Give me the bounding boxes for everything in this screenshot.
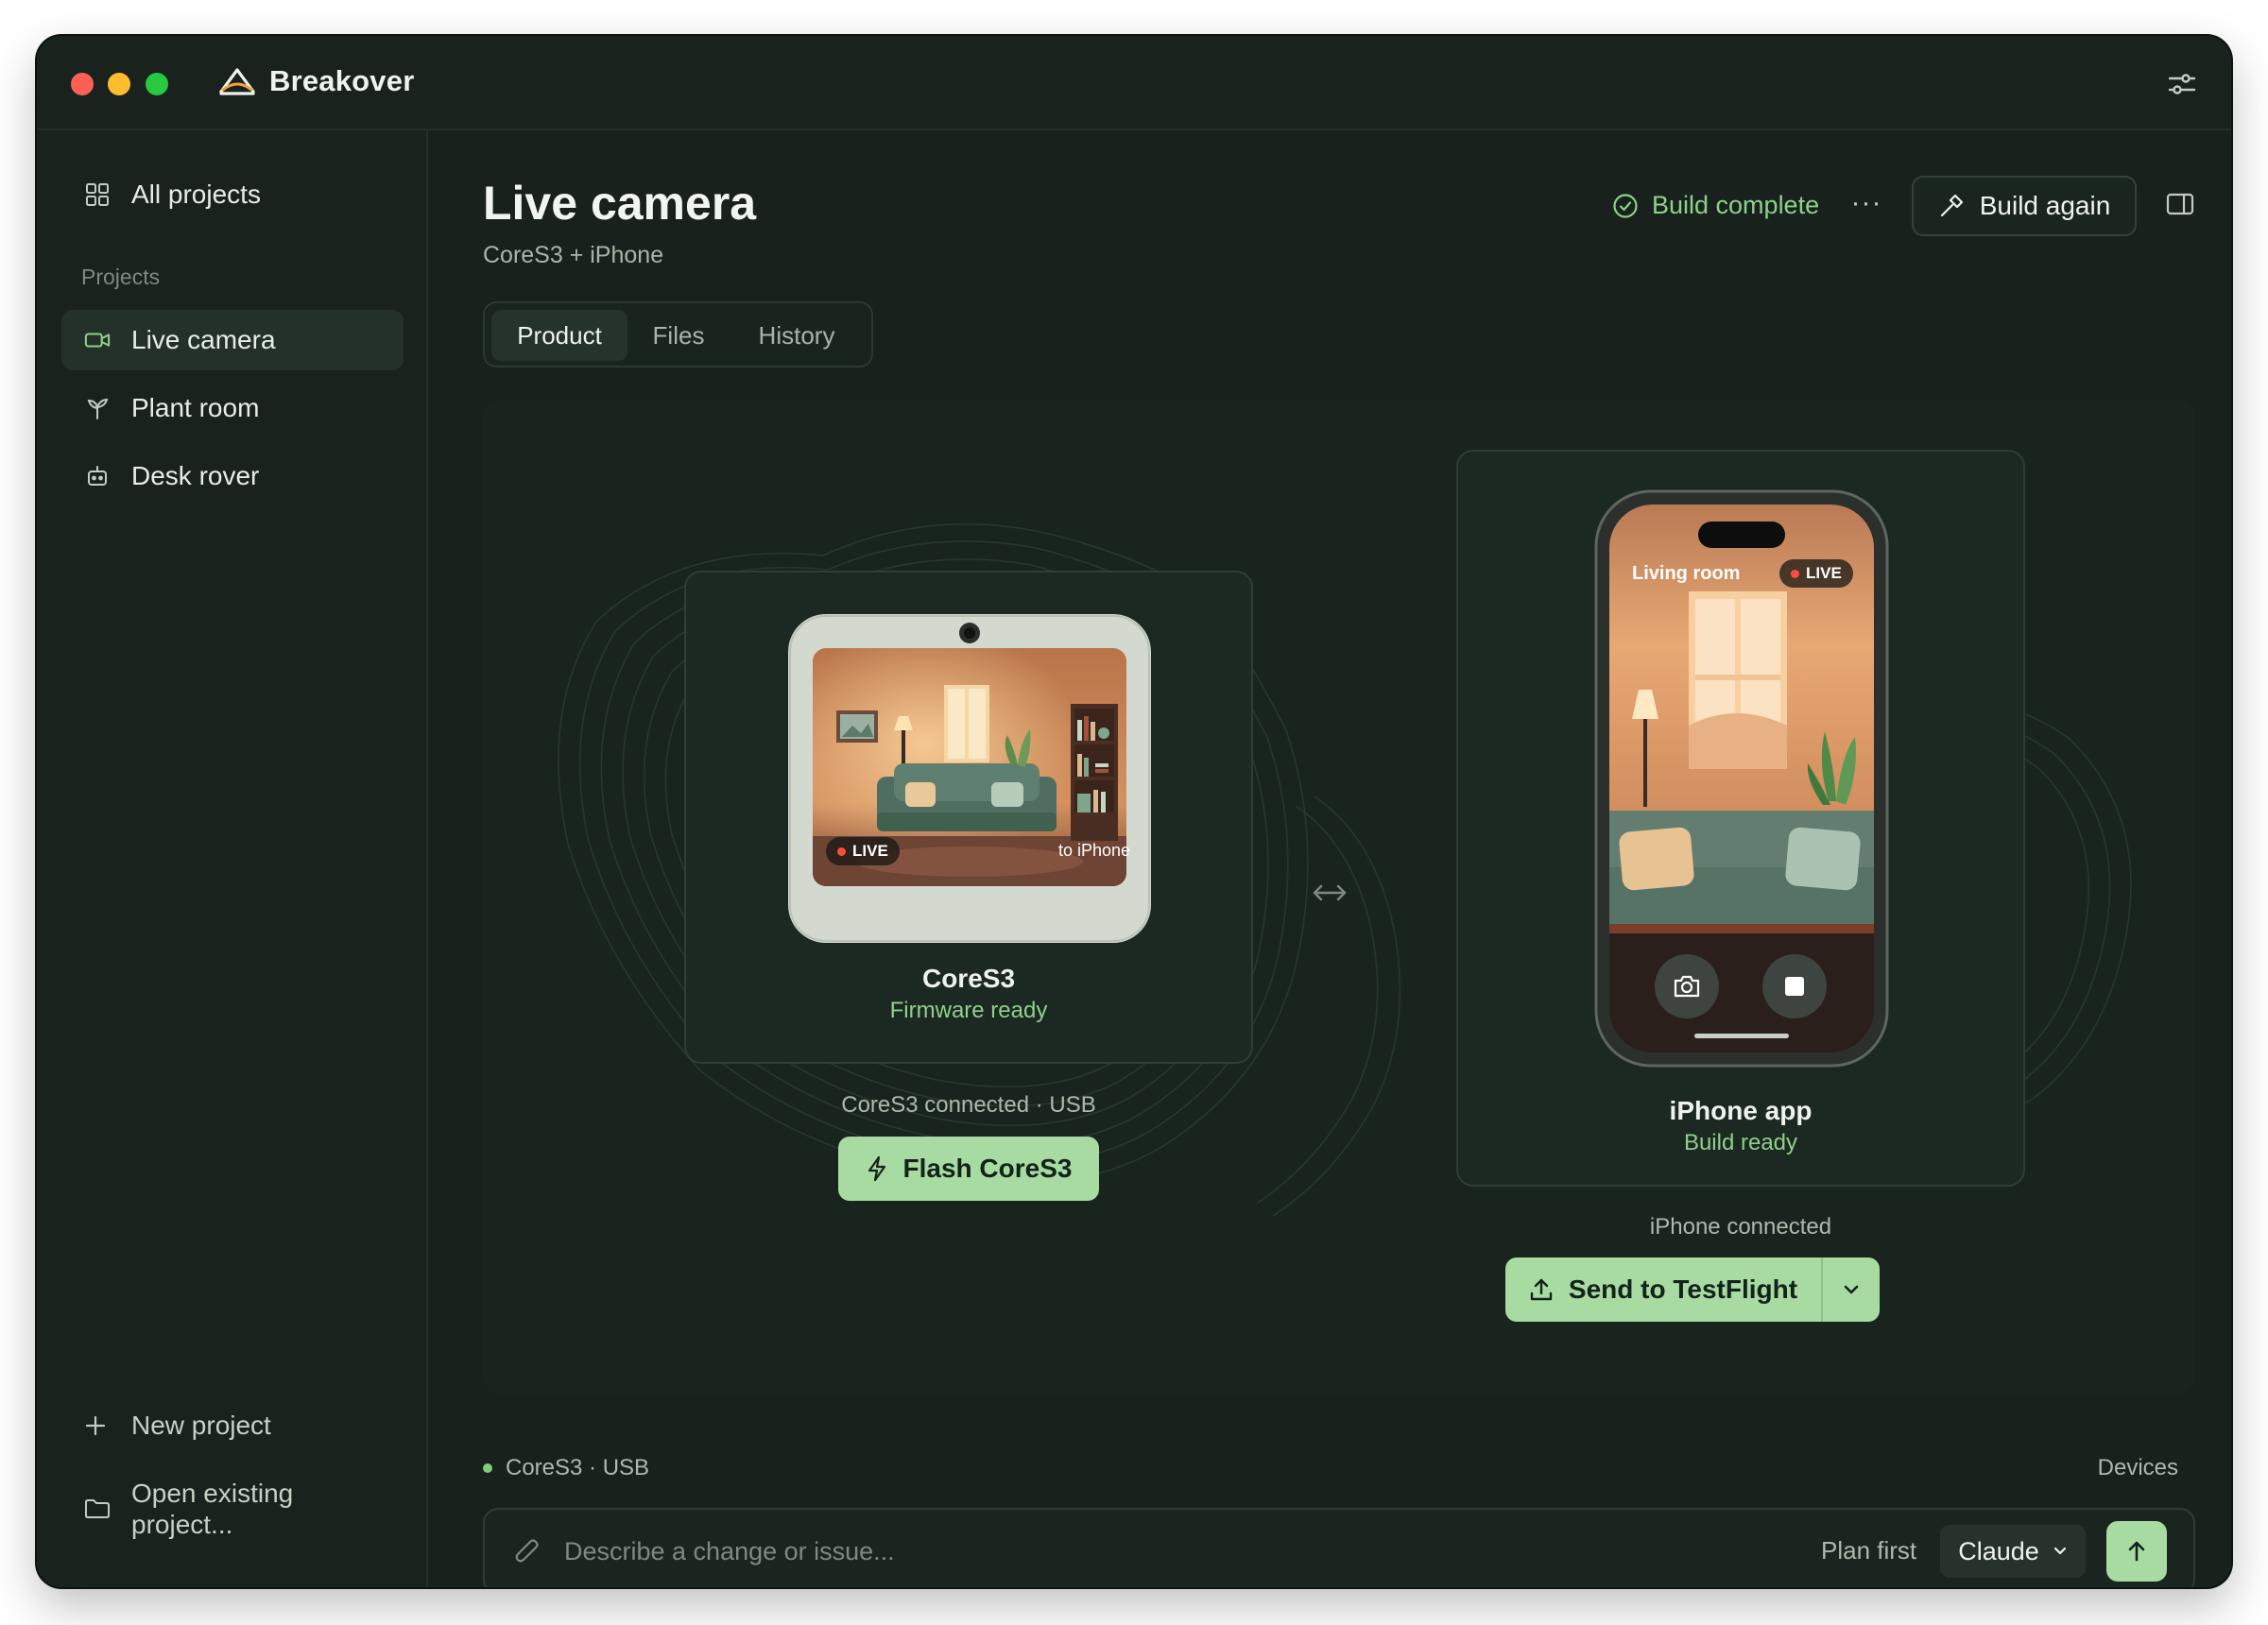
tab-history[interactable]: History [732,310,861,361]
chevron-down-icon [1844,1285,1859,1294]
camera-capture-icon[interactable] [1672,973,1702,1000]
devices-link[interactable]: Devices [2098,1455,2178,1481]
live-badge-label: LIVE [852,842,888,860]
build-status: Build complete [1612,191,1819,220]
send-to-testflight-label: Send to TestFlight [1568,1274,1798,1304]
iphone-app-status: Build ready [1683,1130,1798,1155]
robot-icon [84,463,111,489]
more-options-button[interactable]: ··· [1846,189,1887,223]
composer-input[interactable] [564,1531,1660,1572]
plan-first-toggle[interactable]: Plan first [1821,1536,1916,1565]
build-again-label: Build again [1979,191,2111,220]
device-connection-status: CoreS3 · USB [483,1455,649,1481]
send-to-testflight-button[interactable]: Send to TestFlight [1505,1257,1821,1322]
cores3-status: Firmware ready [889,998,1048,1023]
main-content: Live camera CoreS3 + iPhone Build comple… [428,130,2231,1587]
open-existing-label-line1: Open existing [131,1479,294,1508]
lightning-icon [868,1155,885,1182]
tab-bar: Product Files History [483,301,873,368]
title-bar: Breakover [37,36,2231,130]
folder-icon [84,1478,111,1540]
video-camera-icon [84,327,111,353]
flash-cores3-label: Flash CoreS3 [902,1154,1073,1183]
grid-icon [84,181,111,208]
stop-recording-icon[interactable] [1785,977,1804,996]
live-dot-icon [1791,569,1799,578]
sidebar-item-label: Live camera [131,325,276,354]
sidebar-item-plant-room[interactable]: Plant room [61,378,404,438]
projects-section-label: Projects [81,265,161,289]
iphone-room-label: Living room [1632,563,1741,584]
sidebar-item-label: All projects [131,180,261,209]
iphone-connection-text: iPhone connected [1649,1214,1832,1240]
settings-sliders-icon[interactable] [2165,67,2199,101]
chevron-down-icon [2053,1547,2066,1555]
open-existing-project-button[interactable]: Open existing project... [61,1478,404,1540]
send-button[interactable] [2106,1521,2167,1582]
app-brand: Breakover [218,64,414,98]
status-dot-icon [483,1463,492,1473]
cores3-live-badge: LIVE [826,837,900,865]
cores3-connection-text: CoreS3 connected · USB [841,1092,1096,1118]
flash-cores3-button[interactable]: Flash CoreS3 [838,1137,1099,1201]
tab-product[interactable]: Product [491,310,627,361]
sidebar-item-desk-rover[interactable]: Desk rover [61,446,404,506]
sidebar-item-label: Plant room [131,393,260,422]
testflight-options-dropdown[interactable] [1821,1257,1880,1322]
iphone-app-name: iPhone app [1669,1096,1813,1125]
model-select-label: Claude [1958,1536,2039,1565]
app-name: Breakover [269,64,415,97]
open-existing-label-line2: project... [131,1510,233,1539]
model-select[interactable]: Claude [1940,1525,2086,1578]
app-window: Breakover All projects Projects Live cam… [37,36,2231,1587]
breakover-logo-icon [219,68,255,95]
paperclip-icon[interactable] [513,1536,541,1568]
zoom-window-button[interactable] [146,73,168,95]
iphone-live-badge: LIVE [1779,559,1853,588]
check-circle-icon [1613,193,1638,218]
cores3-card: LIVE to iPhone CoreS3 Firmware ready [684,571,1253,1064]
toggle-panel-icon[interactable] [2165,189,2199,223]
new-project-label: New project [131,1411,271,1440]
bidirectional-arrow-icon [1313,884,1347,901]
device-connection-label: CoreS3 · USB [506,1455,650,1480]
cores3-device-illustration [788,614,1151,943]
live-dot-icon [837,847,846,856]
sidebar-item-live-camera[interactable]: Live camera [61,310,404,370]
plus-icon [84,1410,111,1441]
upload-icon [1530,1278,1553,1301]
build-again-button[interactable]: Build again [1912,176,2137,236]
minimize-window-button[interactable] [108,73,130,95]
sidebar-item-label: Desk rover [131,461,260,490]
page-subtitle: CoreS3 + iPhone [483,242,664,268]
composer: Plan first Claude [483,1508,2195,1587]
page-title: Live camera [483,177,757,230]
new-project-button[interactable]: New project [61,1410,404,1441]
open-existing-label: Open existing project... [131,1478,293,1540]
arrow-up-icon [2128,1541,2145,1562]
device-canvas: LIVE to iPhone CoreS3 Firmware ready Cor… [483,400,2195,1394]
tab-files[interactable]: Files [638,310,719,361]
sidebar: All projects Projects Live camera Plant … [37,130,428,1587]
build-status-label: Build complete [1652,191,1820,219]
hammer-icon [1940,194,1963,217]
sidebar-item-all-projects[interactable]: All projects [61,164,404,225]
sprout-icon [84,395,111,421]
cores3-stream-target: to iPhone [1057,841,1130,860]
close-window-button[interactable] [71,73,94,95]
live-badge-label: LIVE [1806,564,1842,582]
cores3-name: CoreS3 [921,964,1016,993]
iphone-card: Living room LIVE iPhone app Build ready [1456,450,2025,1187]
